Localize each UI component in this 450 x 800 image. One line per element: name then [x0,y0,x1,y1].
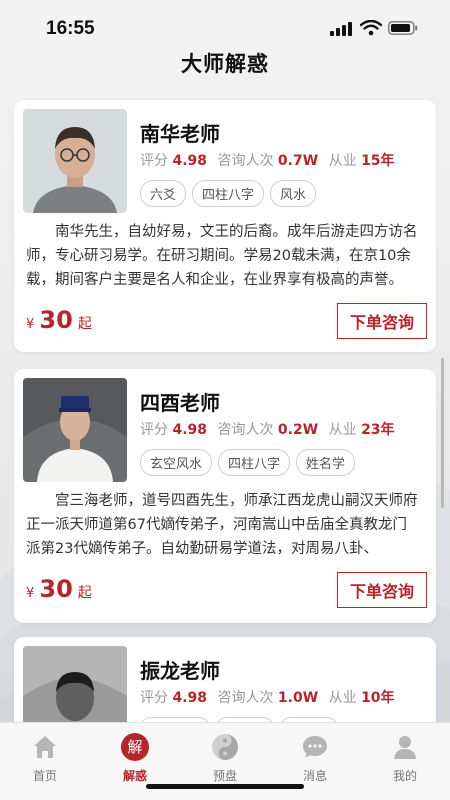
home-icon [34,736,56,758]
wifi-icon [360,20,382,36]
price-currency: ¥ [26,586,35,601]
tab-home[interactable]: 首页 [0,723,90,800]
years-value: 23年 [361,422,395,438]
order-consult-button[interactable]: 下单咨询 [336,572,427,608]
price-amount: 30 [39,306,73,334]
master-description: 南华先生，自幼好易，文王的后裔。成年后游走四方访名师，专心研习易学。在研习期间。… [26,224,418,288]
tag: 六爻 [140,180,187,207]
tab-mine[interactable]: 我的 [360,723,450,800]
master-card[interactable]: 南华老师 评分 4.98 咨询人次 0.7W 从业 15年 六爻 四柱八字 风水… [14,100,436,352]
tab-label: 消息 [302,769,327,783]
tag: 玄空风水 [140,449,213,476]
price-amount: 30 [39,575,73,603]
chat-bubble-icon [303,736,327,758]
tab-label: 我的 [392,769,417,783]
price-currency: ¥ [26,317,35,332]
consult-value: 1.0W [277,690,319,706]
status-bar: 16:55 [0,0,450,50]
rating-value: 4.98 [172,153,207,169]
price: ¥ 30 起 [26,306,92,334]
tag: 四柱八字 [218,449,291,476]
years-value: 10年 [361,690,395,706]
consult-value: 0.2W [277,422,319,438]
consult-label: 咨询人次 [217,153,274,169]
master-avatar [23,378,127,482]
tab-label: 解惑 [122,769,147,783]
rating-label: 评分 [140,153,168,169]
tab-label: 首页 [32,769,57,783]
battery-icon [388,21,418,35]
years-label: 从业 [328,422,357,438]
master-stats: 评分 4.98 咨询人次 0.7W 从业 15年 [140,150,401,170]
rating-value: 4.98 [172,422,207,438]
price-suffix: 起 [77,316,92,332]
tag: 风水 [270,180,317,207]
years-label: 从业 [328,153,357,169]
consult-label: 咨询人次 [217,690,274,706]
order-consult-button[interactable]: 下单咨询 [336,303,427,339]
master-tags: 六爻 四柱八字 风水 [140,180,317,207]
status-time: 16:55 [46,18,95,39]
years-label: 从业 [328,690,357,706]
master-avatar [23,109,127,213]
tab-label: 预盘 [212,769,237,783]
tag: 姓名学 [296,449,356,476]
cellular-signal-icon [330,22,352,36]
consult-value: 0.7W [277,153,319,169]
years-value: 15年 [361,153,395,169]
price-suffix: 起 [77,585,92,601]
price: ¥ 30 起 [26,575,92,603]
consult-label: 咨询人次 [217,422,274,438]
jie-icon: 解 [121,733,149,761]
master-tags: 玄空风水 四柱八字 姓名学 [140,449,356,476]
master-stats: 评分 4.98 咨询人次 0.2W 从业 23年 [140,419,401,439]
yin-yang-icon [212,734,238,760]
master-stats: 评分 4.98 咨询人次 1.0W 从业 10年 [140,687,401,707]
master-card[interactable]: 四酉老师 评分 4.98 咨询人次 0.2W 从业 23年 玄空风水 四柱八字 … [14,369,436,623]
scrollbar[interactable] [441,358,444,508]
home-indicator [146,784,304,789]
master-name: 振龙老师 [140,659,220,683]
person-icon [394,736,416,759]
master-description: 宫三海老师，道号四酉先生，师承江西龙虎山嗣汉天师府正一派天师道第67代嫡传弟子，… [26,493,418,557]
rating-label: 评分 [140,690,168,706]
tag: 四柱八字 [192,180,265,207]
page-title: 大师解惑 [181,52,269,76]
rating-value: 4.98 [172,690,207,706]
master-name: 四酉老师 [140,391,220,415]
master-name: 南华老师 [140,122,220,146]
rating-label: 评分 [140,422,168,438]
